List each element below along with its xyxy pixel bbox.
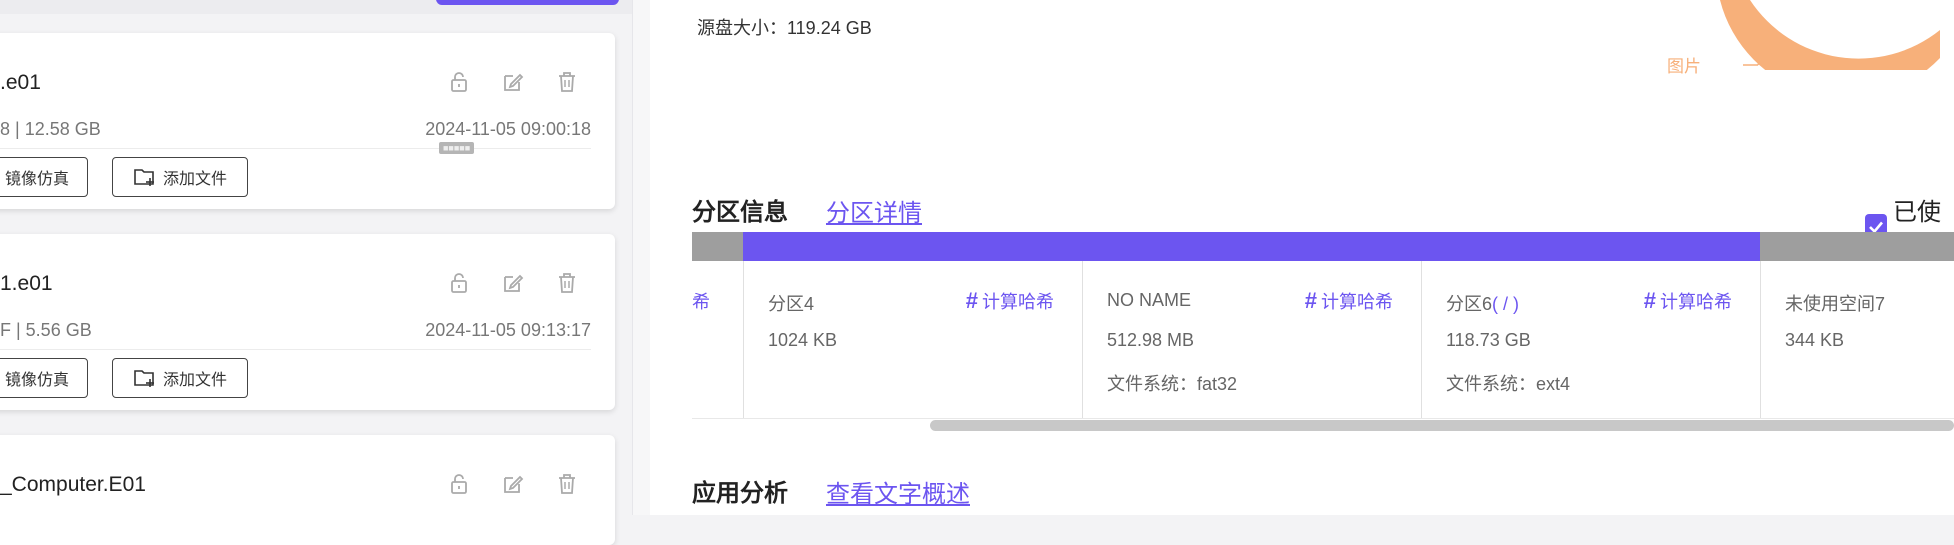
lock-icon[interactable]	[446, 471, 472, 497]
usage-donut-chart	[1720, 0, 1940, 70]
compute-hash-button[interactable]: # 计算哈希	[1644, 288, 1732, 314]
partition-name: 分区4	[768, 294, 815, 314]
partition-name-wrap: 分区6( / )	[1446, 290, 1519, 316]
evidence-list: .e01 8 | 12.58 GB 2024-11-05 09:00:18 ■■…	[0, 0, 651, 545]
partition-bar-used	[1421, 232, 1760, 261]
compute-hash-button[interactable]: 希	[692, 288, 710, 314]
compute-hash-label: 计算哈希	[1660, 292, 1732, 312]
edit-icon[interactable]	[500, 471, 526, 497]
partition-filesystem: 文件系统：fat32	[1107, 374, 1238, 394]
partition-column[interactable]: NO NAME # 计算哈希 512.98 MB 文件系统：fat32	[1082, 232, 1422, 418]
folder-add-icon	[134, 169, 154, 186]
partition-column[interactable]: 未使用空间7 344 KB	[1760, 232, 1954, 418]
evidence-meta: 8 | 12.58 GB	[0, 119, 101, 139]
hash-icon: #	[1304, 288, 1317, 313]
card-divider	[0, 148, 591, 149]
partition-filesystem: 文件系统：ext4	[1446, 374, 1571, 394]
source-disk-size: 源盘大小：119.24 GB	[697, 18, 872, 38]
add-file-button[interactable]: 添加文件	[112, 358, 248, 398]
add-file-button-label: 添加文件	[162, 372, 227, 389]
text-summary-link[interactable]: 查看文字概述	[826, 474, 970, 509]
compute-hash-label: 计算哈希	[1321, 292, 1393, 312]
emulate-button-label: 镜像仿真	[4, 372, 69, 389]
evidence-card[interactable]: 1.e01 F | 5.56 GB 2024-11-05 09:13:17 镜像…	[0, 234, 615, 410]
partition-size: 118.73 GB	[1446, 330, 1531, 350]
partition-bar-used	[743, 232, 1082, 261]
compute-hash-label: 希	[692, 292, 710, 312]
partition-bar-unused	[1760, 232, 1954, 261]
donut-segment-images[interactable]	[1720, 0, 1940, 70]
evidence-date: 2024-11-05 09:13:17	[425, 320, 591, 340]
app-analysis-title: 应用分析	[692, 480, 788, 507]
evidence-name: 1.e01	[0, 272, 53, 295]
donut-label-images: 图片	[1667, 57, 1701, 76]
partition-size: 512.98 MB	[1107, 330, 1195, 350]
delete-icon[interactable]	[554, 270, 580, 296]
partition-column[interactable]: 分区6( / ) # 计算哈希 118.73 GB 文件系统：ext4	[1421, 232, 1761, 418]
partition-column[interactable]: 分区4 # 计算哈希 1024 KB	[743, 232, 1083, 418]
card-divider	[0, 349, 591, 350]
compute-hash-button[interactable]: # 计算哈希	[1305, 288, 1393, 314]
partition-bar-used	[1082, 232, 1421, 261]
delete-icon[interactable]	[554, 471, 580, 497]
panel-divider[interactable]	[632, 0, 651, 515]
edit-icon[interactable]	[500, 69, 526, 95]
partition-section-title: 分区信息	[692, 199, 788, 226]
delete-icon[interactable]	[554, 69, 580, 95]
mount-point: ( / )	[1492, 294, 1520, 314]
partition-name: 分区6	[1446, 294, 1493, 314]
partition-name: 未使用空间7	[1785, 294, 1886, 314]
horizontal-scrollbar[interactable]	[930, 420, 1954, 431]
tooltip: ■■■■■	[439, 142, 475, 154]
add-file-button[interactable]: 添加文件	[112, 157, 248, 197]
evidence-name: .e01	[0, 71, 41, 94]
image-detail-panel: 源盘大小：119.24 GB 图片 分区信息 分区详情 已使用 希 分区4 #计…	[650, 0, 1954, 515]
emulate-button[interactable]: 镜像仿真	[0, 358, 88, 398]
folder-add-icon	[134, 370, 154, 387]
evidence-date: 2024-11-05 09:00:18	[425, 119, 591, 139]
partition-column: 希	[692, 232, 744, 418]
evidence-name: _Computer.E01	[0, 473, 146, 496]
evidence-card[interactable]: _Computer.E01	[0, 435, 615, 545]
hash-icon: #	[965, 288, 978, 313]
partition-size: 344 KB	[1785, 330, 1845, 350]
partition-bar-unused	[692, 232, 743, 261]
partition-table: 希 分区4 # 计算哈希 1024 KB NO NAME # 计算哈希 512.98…	[692, 232, 1954, 419]
evidence-meta: F | 5.56 GB	[0, 320, 92, 340]
lock-icon[interactable]	[446, 69, 472, 95]
evidence-card[interactable]: .e01 8 | 12.58 GB 2024-11-05 09:00:18 ■■…	[0, 33, 615, 209]
emulate-button[interactable]: 镜像仿真	[0, 157, 88, 197]
compute-hash-label: 计算哈希	[982, 292, 1054, 312]
lock-icon[interactable]	[446, 270, 472, 296]
hash-icon: #	[1643, 288, 1656, 313]
add-file-button-label: 添加文件	[162, 171, 227, 188]
compute-hash-button[interactable]: # 计算哈希	[966, 288, 1054, 314]
partition-size: 1024 KB	[768, 330, 838, 350]
primary-action-button[interactable]	[436, 0, 619, 5]
partition-detail-link[interactable]: 分区详情	[826, 193, 922, 228]
partition-name: NO NAME	[1107, 290, 1192, 310]
emulate-button-label: 镜像仿真	[4, 171, 69, 188]
edit-icon[interactable]	[500, 270, 526, 296]
